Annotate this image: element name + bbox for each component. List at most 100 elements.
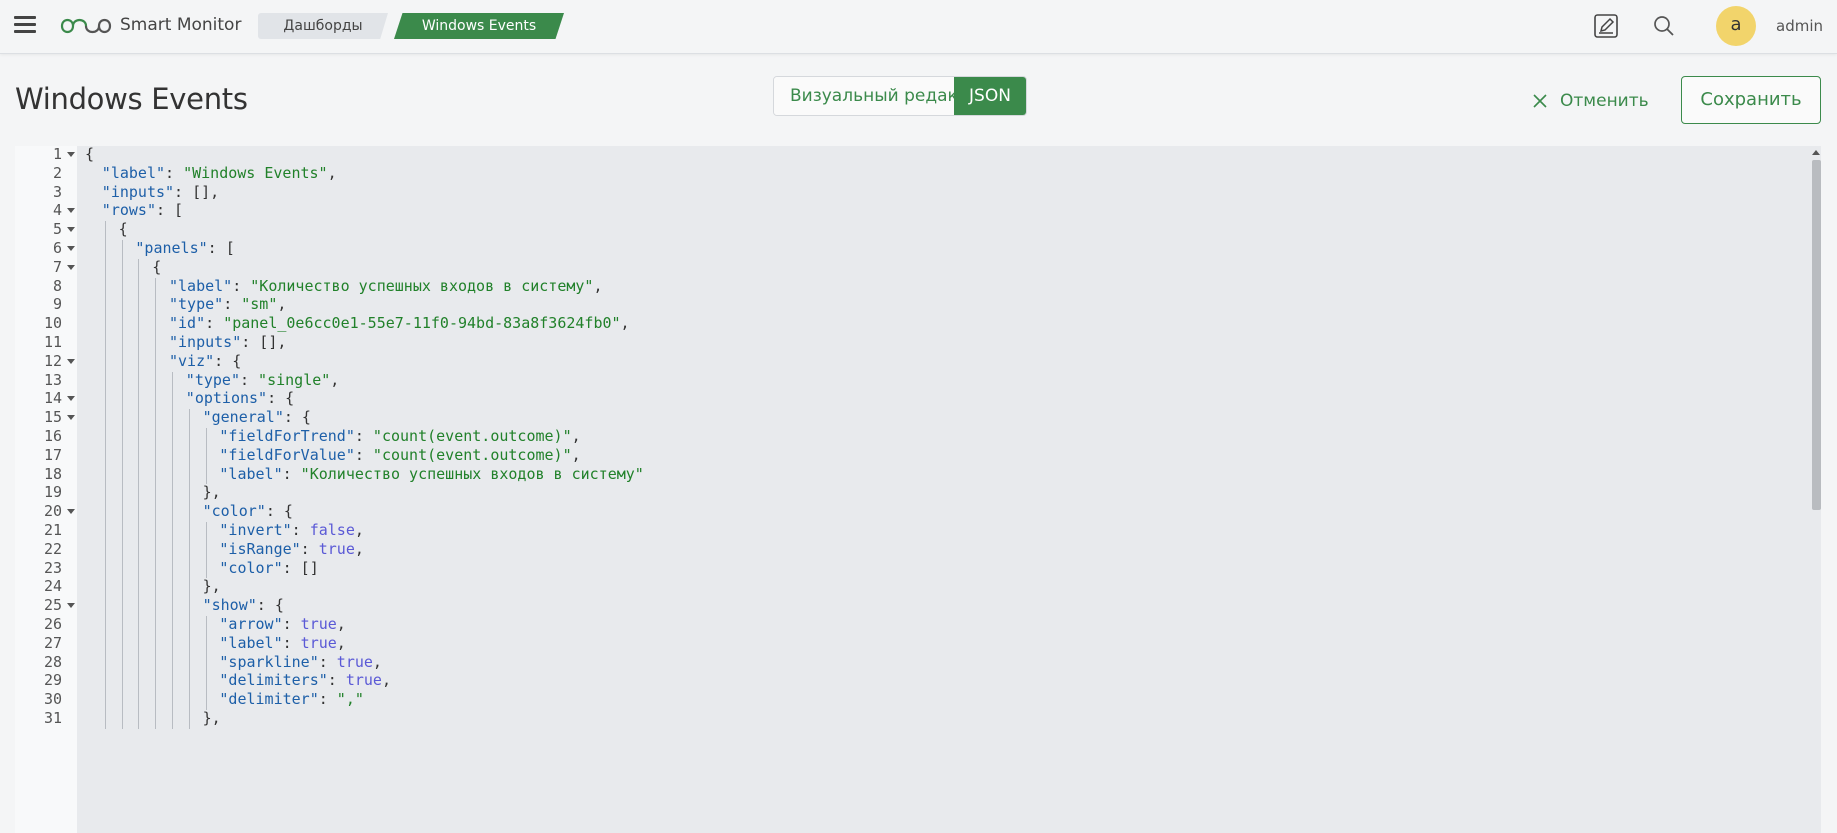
indent-guide <box>121 522 123 541</box>
indent-guide <box>155 559 157 579</box>
code-token: }, <box>202 483 221 502</box>
code-token: "viz" <box>169 351 215 370</box>
indent-guide <box>155 409 157 428</box>
code-token: , <box>336 633 346 652</box>
indent-guide <box>104 559 106 579</box>
code-line: { <box>119 218 128 240</box>
indent-guide <box>188 503 190 522</box>
code-token: , <box>354 539 364 558</box>
code-token: : { <box>265 502 293 521</box>
indent-guide <box>104 578 106 598</box>
indent-guide <box>104 540 106 560</box>
indent-guide <box>155 653 157 673</box>
breadcrumb-current[interactable]: Windows Events <box>394 13 564 39</box>
indent-guide <box>155 691 157 710</box>
indent-guide <box>121 634 123 654</box>
smart-monitor-logo-icon[interactable] <box>60 14 112 38</box>
cancel-button[interactable]: Отменить <box>1532 88 1649 114</box>
scrollbar-thumb[interactable] <box>1812 160 1821 510</box>
code-line: { <box>152 256 161 278</box>
menu-icon[interactable] <box>14 16 36 36</box>
indent-guide <box>138 277 140 297</box>
indent-guide <box>104 465 106 485</box>
code-token: "sparkline" <box>219 652 319 671</box>
fold-toggle-icon[interactable] <box>67 264 75 270</box>
indent-guide <box>155 616 157 635</box>
fold-toggle-icon[interactable] <box>67 208 75 214</box>
code-token: : <box>354 427 373 445</box>
code-line: { <box>85 146 94 165</box>
code-token: : { <box>214 351 242 370</box>
json-code-editor[interactable]: 1{2 "label": "Windows Events", 3 "inputs": … <box>15 146 1821 833</box>
code-line: "delimiter": "," <box>219 688 364 710</box>
indent-guide <box>188 634 190 654</box>
code-token: { <box>85 146 95 163</box>
indent-guide <box>188 409 190 428</box>
vertical-scrollbar[interactable] <box>1811 146 1821 833</box>
code-token: true <box>300 633 337 652</box>
indent-guide <box>155 428 157 447</box>
indent-guide <box>104 634 106 654</box>
search-icon[interactable] <box>1652 14 1676 38</box>
fold-toggle-icon[interactable] <box>67 358 75 364</box>
fold-toggle-icon[interactable] <box>67 509 75 515</box>
indent-guide <box>104 672 106 692</box>
code-token: : <box>327 671 346 690</box>
indent-guide <box>155 522 157 541</box>
fold-toggle-icon[interactable] <box>67 246 75 251</box>
indent-guide <box>172 616 173 635</box>
indent-guide <box>138 653 140 673</box>
fold-toggle-icon[interactable] <box>67 227 75 233</box>
code-token: : <box>223 295 242 314</box>
code-token: : <box>291 521 310 539</box>
indent-guide <box>188 540 190 560</box>
code-token: true <box>318 539 355 558</box>
indent-guide <box>172 446 173 466</box>
visual-editor-tab[interactable]: Визуальный редактор <box>774 77 989 115</box>
code-token: false <box>309 521 355 539</box>
indent-guide <box>138 352 140 372</box>
save-button[interactable]: Сохранить <box>1681 76 1821 124</box>
indent-guide <box>205 653 207 673</box>
code-area[interactable] <box>77 146 1821 833</box>
code-token: true <box>345 671 382 690</box>
indent-guide <box>205 522 207 541</box>
code-token: "panels" <box>135 239 208 257</box>
brand-name[interactable]: Smart Monitor <box>120 15 241 35</box>
indent-guide <box>104 616 106 635</box>
indent-guide <box>121 240 123 259</box>
indent-guide <box>172 409 173 428</box>
user-avatar[interactable]: a <box>1716 6 1756 46</box>
fold-toggle-icon[interactable] <box>67 152 75 157</box>
indent-guide <box>104 710 106 729</box>
json-editor-tab[interactable]: JSON <box>954 77 1026 115</box>
edit-icon[interactable] <box>1593 13 1619 39</box>
indent-guide <box>138 258 140 278</box>
page-title: Windows Events <box>15 82 248 116</box>
breadcrumb-dashboards[interactable]: Дашборды <box>258 13 388 39</box>
indent-guide <box>172 390 173 410</box>
indent-guide <box>121 277 123 297</box>
code-token: : <box>205 314 224 333</box>
indent-guide <box>155 277 157 297</box>
code-token: { <box>152 257 162 276</box>
code-token: : <box>318 690 337 709</box>
scroll-up-arrow-icon[interactable] <box>1812 150 1820 155</box>
indent-guide <box>104 409 106 428</box>
indent-guide <box>121 428 123 447</box>
code-token: : [], <box>174 182 220 201</box>
fold-toggle-icon[interactable] <box>67 603 75 609</box>
code-token: : <box>282 464 301 483</box>
indent-guide <box>172 559 173 579</box>
code-token: "delimiter" <box>219 690 319 709</box>
code-token: : <box>165 163 184 182</box>
user-name[interactable]: admin <box>1776 17 1823 35</box>
code-token: "rows" <box>101 201 156 220</box>
code-token: , <box>336 615 346 633</box>
fold-toggle-icon[interactable] <box>67 396 75 402</box>
code-token: : [] <box>282 558 319 577</box>
code-line: "label": "Количество успешных входов в с… <box>219 463 643 485</box>
indent-guide <box>172 634 173 654</box>
indent-guide <box>138 522 140 541</box>
fold-toggle-icon[interactable] <box>67 415 75 421</box>
